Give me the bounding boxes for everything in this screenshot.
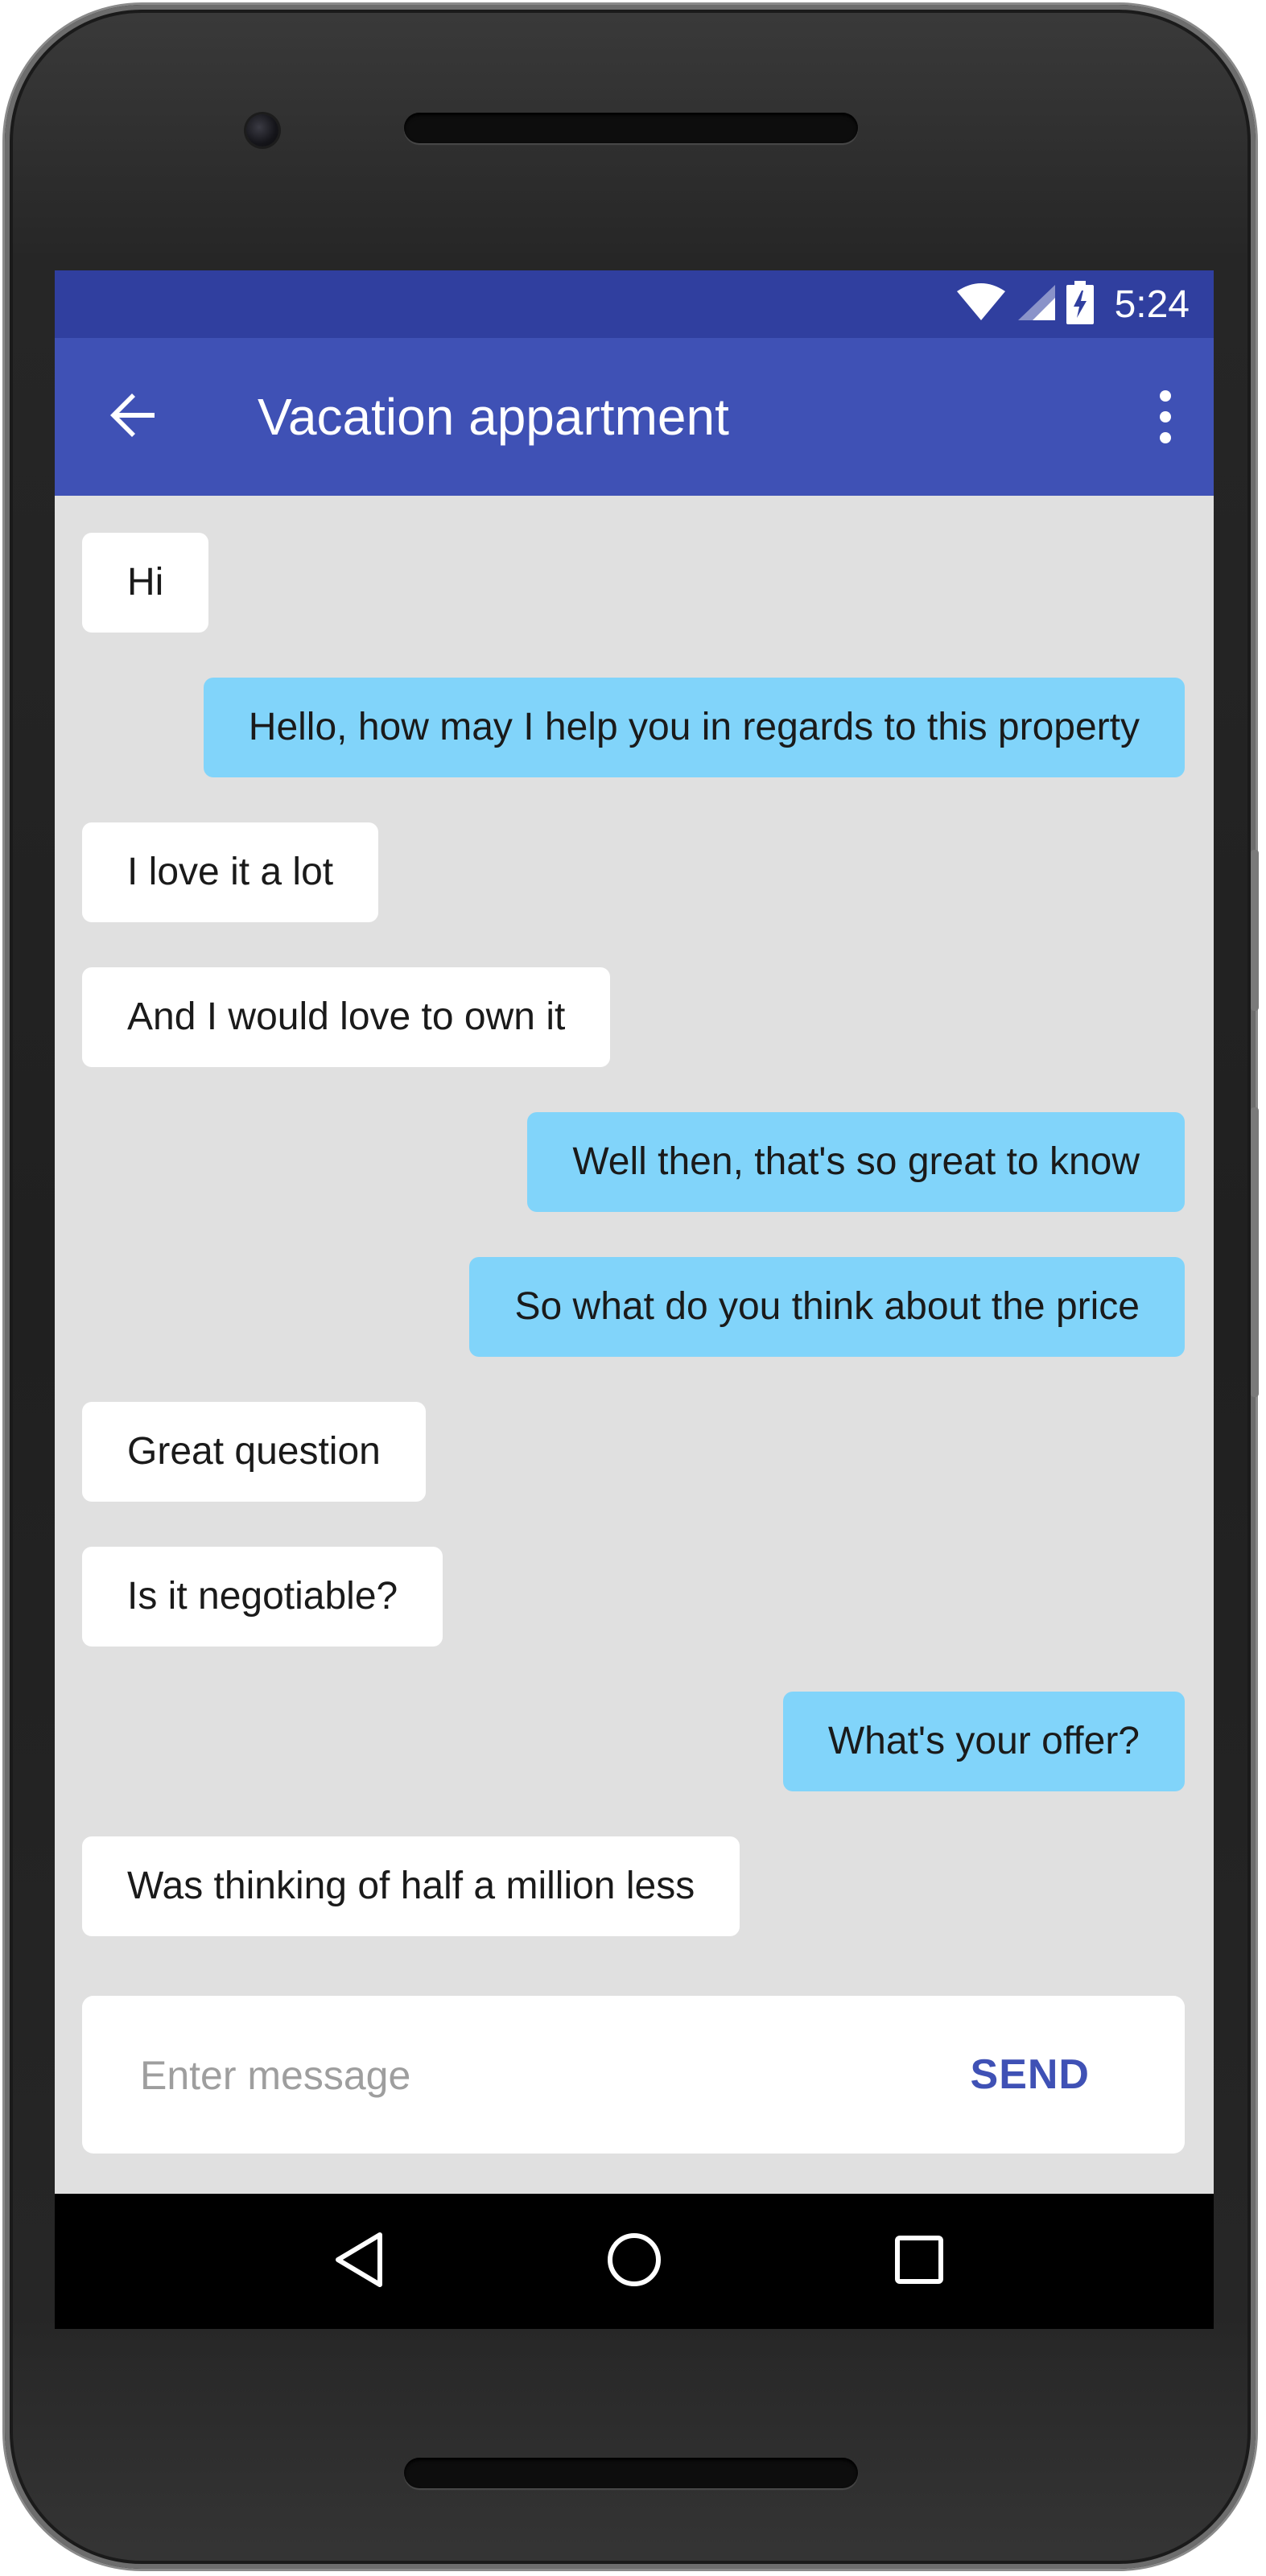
send-button[interactable]: SEND <box>971 1996 1090 2154</box>
nav-back-button[interactable] <box>319 2221 399 2302</box>
status-time: 5:24 <box>1114 282 1190 326</box>
signal-icon <box>1017 283 1057 326</box>
nav-recents-button[interactable] <box>879 2221 959 2302</box>
incoming-message: I love it a lot <box>82 822 379 922</box>
front-camera <box>246 114 278 146</box>
outgoing-message: So what do you think about the price <box>469 1257 1185 1357</box>
nav-back-icon <box>333 2231 385 2293</box>
phone-screen: 5:24 Vacation appartment Hi Hello, how m… <box>55 270 1214 2329</box>
more-vert-icon-dot <box>1160 411 1171 422</box>
incoming-message: Hi <box>82 533 209 633</box>
navigation-bar <box>55 2194 1214 2329</box>
status-bar: 5:24 <box>55 270 1214 338</box>
volume-button <box>1251 1107 1259 1397</box>
bottom-speaker <box>404 2458 858 2488</box>
incoming-message: Was thinking of half a million less <box>82 1836 740 1936</box>
top-speaker <box>404 113 858 143</box>
power-button <box>1251 850 1259 1011</box>
nav-home-icon <box>606 2232 662 2292</box>
nav-recents-icon <box>894 2235 944 2289</box>
message-input[interactable] <box>138 1996 866 2155</box>
page-title: Vacation appartment <box>258 388 729 446</box>
arrow-back-icon <box>109 391 158 443</box>
more-vert-icon-dot <box>1160 432 1171 443</box>
outgoing-message: Hello, how may I help you in regards to … <box>203 678 1185 777</box>
phone-frame: 5:24 Vacation appartment Hi Hello, how m… <box>5 5 1259 2569</box>
app-bar: Vacation appartment <box>55 338 1214 496</box>
overflow-menu-button[interactable] <box>1149 383 1181 451</box>
back-button[interactable] <box>103 386 164 447</box>
incoming-message: And I would love to own it <box>82 967 611 1067</box>
incoming-message: Great question <box>82 1402 426 1502</box>
more-vert-icon-dot <box>1160 390 1171 402</box>
nav-home-button[interactable] <box>594 2221 674 2302</box>
outgoing-message: What's your offer? <box>782 1692 1185 1791</box>
incoming-message: Is it negotiable? <box>82 1547 443 1647</box>
status-icons: 5:24 <box>955 270 1190 338</box>
outgoing-message: Well then, that's so great to know <box>527 1112 1185 1212</box>
wifi-icon <box>955 282 1007 326</box>
message-composer: SEND <box>82 1996 1185 2155</box>
battery-charging-icon <box>1066 280 1094 328</box>
